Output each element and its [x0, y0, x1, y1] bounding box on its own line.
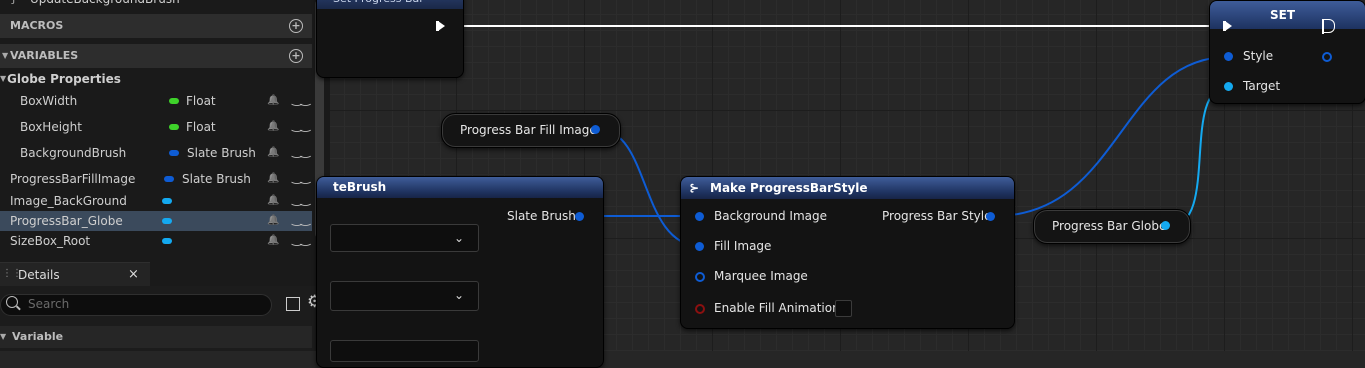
slate-brush-pin-label: Slate Brush	[507, 209, 576, 223]
exec-in-pin[interactable]	[1225, 21, 1232, 31]
node-title: Set Progress Bar	[333, 0, 424, 9]
progress-bar-style-output-pin[interactable]	[986, 212, 995, 221]
chevron-down-icon: ⌄	[453, 288, 464, 302]
enable-fill-animation-label: Enable Fill Animation	[714, 301, 840, 315]
style-input-pin[interactable]	[1224, 52, 1233, 61]
globe-output-pin[interactable]	[1161, 221, 1170, 230]
slatebrush-title: teBrush	[333, 180, 387, 194]
background-image-pin[interactable]	[695, 212, 704, 221]
fill-image-output-pin[interactable]	[591, 125, 600, 134]
globe-var-label: Progress Bar Globe	[1052, 219, 1167, 233]
enable-fill-animation-checkbox[interactable]	[835, 300, 852, 317]
exec-out-pin[interactable]	[438, 21, 445, 31]
set-progress-node[interactable]: Set Progress Bar	[316, 0, 464, 78]
target-wire	[1169, 86, 1229, 227]
marquee-image-label: Marquee Image	[714, 269, 808, 283]
enable-fill-animation-pin[interactable]	[695, 304, 705, 314]
fill-image-label: Fill Image	[714, 239, 772, 253]
make-node-title: Make ProgressBarStyle	[710, 181, 868, 195]
var-label: Progress Bar Fill Image	[460, 123, 597, 137]
slate-brush-output-pin[interactable]	[575, 212, 584, 221]
dropdown-2[interactable]: ⌄	[330, 281, 479, 311]
exec-out-pin-set-bar	[1322, 19, 1324, 34]
target-pin-label: Target	[1243, 79, 1281, 93]
background-image-label: Background Image	[714, 209, 827, 223]
exec-out-pin-set[interactable]	[1324, 19, 1335, 33]
style-pin-label: Style	[1243, 49, 1274, 63]
dropdown-1[interactable]: ⌄	[330, 224, 479, 252]
style-wire	[994, 56, 1229, 217]
chevron-down-icon: ⌄	[453, 231, 464, 245]
target-input-pin[interactable]	[1224, 82, 1233, 91]
fill-image-pin[interactable]	[695, 242, 704, 251]
set-node-title: SET	[1270, 8, 1296, 22]
style-output-pin[interactable]	[1322, 52, 1332, 62]
progress-bar-style-label: Progress Bar Style	[882, 209, 992, 223]
make-struct-icon: ⊱	[689, 181, 700, 195]
marquee-image-pin[interactable]	[695, 272, 705, 282]
dropdown-3[interactable]	[330, 340, 479, 362]
